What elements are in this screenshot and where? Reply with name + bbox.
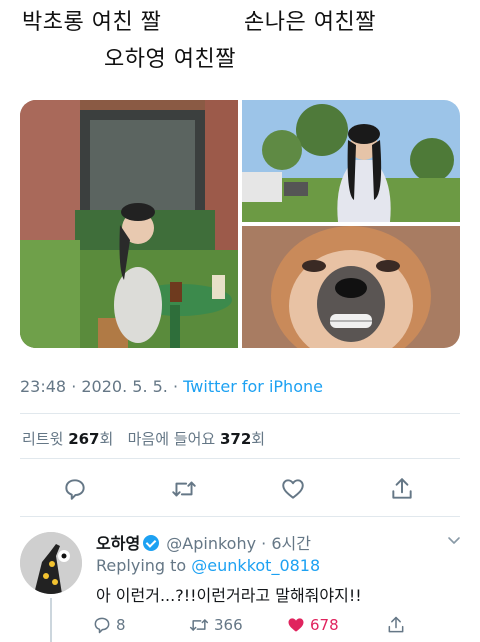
verified-icon [143,535,160,551]
likes-unit: 회 [251,430,266,448]
share-icon [388,616,404,633]
retweets-label[interactable]: 리트윗 [22,430,63,448]
photo-dog-filter[interactable] [242,226,460,348]
reply-icon [94,617,110,634]
retweet-button[interactable] [167,472,201,506]
tweet-source-link[interactable]: Twitter for iPhone [183,377,323,396]
reply-button[interactable] [58,472,92,506]
retweet-count: 366 [214,616,243,634]
reply-header: 오하영 @Apinkohy · 6시간 [96,534,311,553]
tweet-date: 2020. 5. 5. [81,377,168,396]
tweet-media-grid [20,100,460,348]
tweet-stats: 리트윗 267회 마음에 들어요 372회 [22,428,265,449]
reply-text: 아 이런거...?!!이런거라고 말해줘야지!! [96,586,362,605]
divider [20,458,460,459]
reply-author-name[interactable]: 오하영 [96,534,140,553]
share-icon [392,478,412,499]
caption-line-3: 오하영 여친짤 [104,47,236,72]
avatar[interactable] [20,532,82,594]
tweet-action-bar [0,472,480,508]
like-count: 678 [310,616,339,634]
reply-retweet-button[interactable]: 366 [188,612,243,638]
like-button[interactable] [276,472,310,506]
reply-author-handle[interactable]: @Apinkohy [166,534,256,553]
reply-share-button[interactable] [386,612,406,638]
retweet-icon [189,619,209,631]
reply-count: 8 [116,616,126,634]
chevron-down-icon[interactable] [446,532,462,548]
replying-prefix: Replying to [96,556,187,575]
photo-park[interactable] [242,100,460,222]
share-button[interactable] [385,472,419,506]
retweets-unit: 회 [99,430,114,448]
retweet-icon [172,481,196,497]
caption-line-2: 손나은 여친짤 [244,10,376,35]
likes-label[interactable]: 마음에 들어요 [128,430,216,448]
divider [20,516,460,517]
replying-handle-link[interactable]: @eunkkot_0818 [191,556,320,575]
reply-like-button[interactable]: 678 [286,612,339,638]
reply-reply-button[interactable]: 8 [92,612,126,638]
like-icon [282,479,304,499]
thread-line [50,598,52,642]
photo-cafe[interactable] [20,100,238,348]
like-icon [288,618,304,632]
reply-time: 6시간 [271,534,311,553]
tweet-timestamp: 23:48 · 2020. 5. 5. · Twitter for iPhone [20,377,323,396]
tweet-time: 23:48 [20,377,67,396]
likes-count[interactable]: 372 [220,430,251,448]
retweets-count[interactable]: 267 [68,430,99,448]
caption-line-1: 박초롱 여친 짤 [22,10,162,35]
divider [20,413,460,414]
reply-action-bar: 8 366 678 [92,612,472,638]
reply-icon [65,479,85,500]
replying-to: Replying to @eunkkot_0818 [96,556,320,575]
